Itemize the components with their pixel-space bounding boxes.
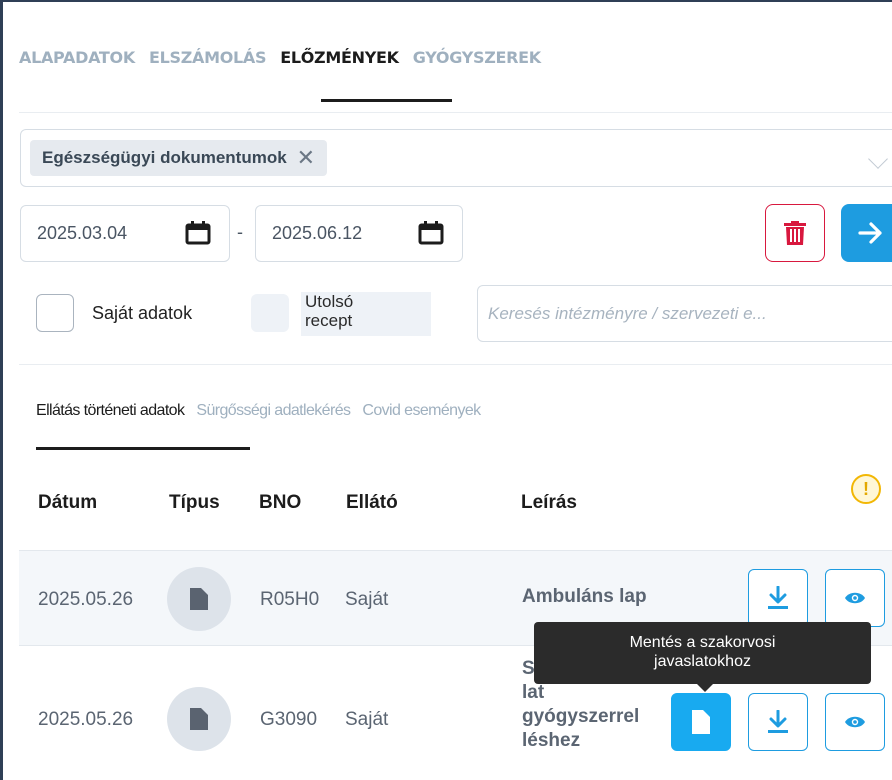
top-tabs: ALAPADATOK ELSZÁMOLÁS ELŐZMÉNYEK GYÓGYSZ…: [19, 48, 541, 67]
header-type: Típus: [169, 492, 220, 513]
document-icon: [692, 710, 710, 734]
row-description-line: gyógyszerrel: [522, 706, 640, 727]
row-date: 2025.05.26: [38, 709, 134, 730]
tab-elszamolas[interactable]: ELSZÁMOLÁS: [149, 48, 267, 67]
selected-chip: Egészségügyi dokumentumok ✕: [30, 140, 328, 176]
download-button[interactable]: [748, 693, 808, 751]
tooltip-line: Mentés a szakorvosi: [629, 634, 776, 651]
tab-gyogyszerek[interactable]: GYÓGYSZEREK: [413, 48, 541, 67]
date-from-value: 2025.03.04: [37, 223, 128, 243]
download-icon: [768, 586, 788, 609]
eye-icon: [845, 592, 865, 604]
divider: [19, 112, 892, 113]
calendar-icon[interactable]: [418, 221, 444, 245]
row-bno: R05H0: [260, 589, 320, 610]
search-placeholder: Keresés intézményre / szervezeti e...: [488, 303, 767, 323]
trash-icon: [784, 221, 806, 245]
header-bno: BNO: [259, 492, 302, 513]
eye-icon: [845, 716, 865, 728]
divider: [19, 364, 892, 365]
header-provider: Ellátó: [346, 492, 398, 513]
last-recipe-label-line2: recept: [305, 311, 353, 330]
active-tab-underline: [321, 99, 452, 102]
header-description: Leírás: [521, 492, 577, 513]
row-provider: Saját: [345, 589, 389, 610]
date-to-input[interactable]: 2025.06.12: [255, 205, 463, 262]
save-to-recommendations-button[interactable]: [671, 693, 731, 751]
row-bno: G3090: [260, 709, 318, 730]
tab-emergency-query[interactable]: Sürgősségi adatlekérés: [196, 402, 351, 420]
row-description-line: léshez: [522, 730, 581, 751]
download-button[interactable]: [748, 569, 808, 627]
download-icon: [768, 710, 788, 733]
document-icon: [167, 567, 231, 631]
tab-covid-events[interactable]: Covid események: [362, 402, 481, 420]
institution-search-input[interactable]: Keresés intézményre / szervezeti e...: [477, 285, 892, 342]
chip-label: Egészségügyi dokumentumok: [42, 148, 287, 167]
last-recipe-label: Utolsó recept: [301, 292, 431, 336]
last-recipe-label-line1: Utolsó: [305, 292, 354, 311]
document-icon: [167, 687, 231, 751]
tab-elozmenyek[interactable]: ELŐZMÉNYEK: [280, 48, 399, 67]
document-type-select[interactable]: Egészségügyi dokumentumok ✕: [20, 129, 892, 187]
date-to-value: 2025.06.12: [272, 223, 363, 243]
tooltip-line: javaslatokhoz: [654, 653, 751, 670]
chevron-down-icon[interactable]: [868, 149, 888, 169]
search-go-button[interactable]: [841, 204, 892, 262]
row-date: 2025.05.26: [38, 589, 134, 610]
app-frame: ALAPADATOK ELSZÁMOLÁS ELŐZMÉNYEK GYÓGYSZ…: [0, 0, 892, 780]
view-button[interactable]: [825, 569, 885, 627]
view-button[interactable]: [825, 693, 885, 751]
tab-care-history[interactable]: Ellátás történeti adatok: [36, 402, 185, 420]
arrow-right-icon: [858, 222, 882, 244]
date-separator: -: [237, 222, 243, 242]
header-date: Dátum: [38, 492, 98, 513]
delete-button[interactable]: [765, 204, 825, 262]
sub-tabs: Ellátás történeti adatok Sürgősségi adat…: [36, 402, 481, 420]
last-recipe-checkbox[interactable]: [251, 294, 289, 332]
calendar-icon[interactable]: [185, 221, 211, 245]
tooltip: Mentés a szakorvosi javaslatokhoz: [534, 622, 871, 692]
chip-remove-icon[interactable]: ✕: [297, 147, 315, 169]
row-provider: Saját: [345, 709, 389, 730]
active-subtab-underline: [36, 447, 250, 450]
own-data-checkbox[interactable]: [36, 294, 74, 332]
row-description-line: lat: [522, 682, 545, 703]
row-description: Ambuláns lap: [522, 586, 647, 607]
date-from-input[interactable]: 2025.03.04: [20, 205, 230, 262]
warning-icon[interactable]: !: [851, 474, 881, 504]
tab-alapadatok[interactable]: ALAPADATOK: [19, 48, 135, 67]
own-data-label: Saját adatok: [92, 303, 193, 323]
